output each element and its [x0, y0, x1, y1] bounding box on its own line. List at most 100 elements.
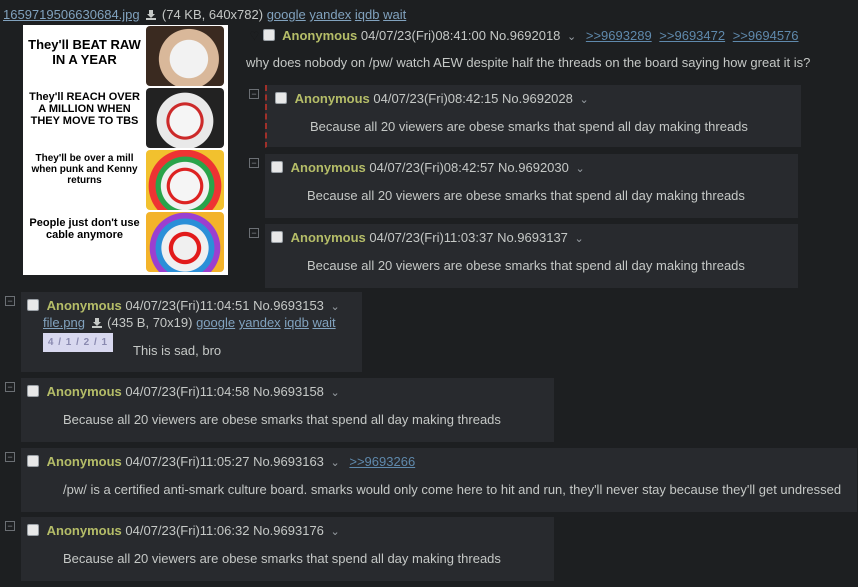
- chevron-down-icon[interactable]: ⌄: [331, 526, 340, 538]
- post-date: 04/07/23(Fri)11:05:27: [125, 454, 250, 469]
- reply-post: Anonymous 04/07/23(Fri)11:03:37 No.96931…: [265, 224, 799, 289]
- backlink[interactable]: >>9693472: [659, 28, 725, 43]
- checkbox[interactable]: [27, 455, 39, 467]
- google-link[interactable]: google: [196, 315, 235, 330]
- meme-panel-3: They'll be over a mill when punk and Ken…: [23, 149, 228, 211]
- post-header: Anonymous 04/07/23(Fri)08:42:15 No.96920…: [275, 91, 589, 106]
- minus-toggle-icon[interactable]: −: [249, 158, 259, 168]
- post-number[interactable]: No.9692018: [490, 28, 561, 43]
- backlink[interactable]: >>9693266: [349, 454, 415, 469]
- minus-toggle-icon[interactable]: −: [5, 521, 15, 531]
- meme-panel-text: They'll be over a mill when punk and Ken…: [31, 153, 138, 186]
- post-text: Because all 20 viewers are obese smarks …: [63, 551, 501, 566]
- chevron-down-icon[interactable]: ⌄: [575, 233, 584, 245]
- poster-name: Anonymous: [46, 523, 122, 538]
- post-date: 04/07/23(Fri)11:03:37: [369, 230, 494, 245]
- chevron-down-icon[interactable]: ⌄: [576, 163, 585, 175]
- heart-icon[interactable]: ♥: [250, 27, 259, 44]
- post-text: This is sad, bro: [133, 343, 222, 358]
- op-header: ♥ Anonymous 04/07/23(Fri)08:41:00 No.969…: [250, 27, 799, 44]
- op-iqdb-link[interactable]: iqdb: [355, 7, 380, 22]
- face-image: [146, 212, 224, 272]
- poster-name: Anonymous: [46, 298, 122, 313]
- minus-toggle-icon[interactable]: −: [5, 382, 15, 392]
- file-meta: (435 B, 70x19): [107, 315, 193, 330]
- op-text: why does nobody on /pw/ watch AEW despit…: [246, 55, 811, 70]
- poster-name: Anonymous: [294, 91, 370, 106]
- face-image: [146, 26, 224, 86]
- checkbox[interactable]: [262, 29, 275, 41]
- op-wait-link[interactable]: wait: [383, 7, 406, 22]
- post-thumbnail[interactable]: 4 / 1 / 2 / 1: [43, 333, 113, 352]
- minus-toggle-icon[interactable]: −: [249, 228, 259, 238]
- chevron-down-icon[interactable]: ⌄: [331, 301, 340, 313]
- reply-post: Anonymous 04/07/23(Fri)08:42:57 No.96920…: [265, 154, 799, 219]
- post-header: Anonymous 04/07/23(Fri)11:06:32 No.96931…: [27, 523, 340, 538]
- op-google-link[interactable]: google: [267, 7, 306, 22]
- meme-panel-2: They'll REACH OVER A MILLION WHEN THEY M…: [23, 87, 228, 149]
- post-number[interactable]: No.9693158: [253, 384, 324, 399]
- file-info: file.png (435 B, 70x19) google yandex iq…: [43, 315, 336, 330]
- op-image[interactable]: They'll BEAT RAW IN A YEAR They'll REACH…: [23, 25, 228, 275]
- post-text: Because all 20 viewers are obese smarks …: [63, 412, 501, 427]
- meme-panel-4: People just don't use cable anymore: [23, 211, 228, 273]
- backlink[interactable]: >>9693289: [586, 28, 652, 43]
- post-number[interactable]: No.9692028: [502, 91, 573, 106]
- checkbox[interactable]: [27, 524, 39, 536]
- wait-link[interactable]: wait: [313, 315, 336, 330]
- meme-panel-text: They'll REACH OVER A MILLION WHEN THEY M…: [29, 91, 140, 127]
- minus-toggle-icon[interactable]: −: [5, 452, 15, 462]
- face-image: [146, 150, 224, 210]
- post-text: Because all 20 viewers are obese smarks …: [307, 188, 745, 203]
- reply-post: Anonymous 04/07/23(Fri)08:42:15 No.96920…: [265, 85, 802, 148]
- minus-toggle-icon[interactable]: −: [5, 296, 15, 306]
- meme-panel-text: They'll BEAT RAW IN A YEAR: [28, 37, 141, 67]
- poster-name: Anonymous: [46, 454, 122, 469]
- download-icon[interactable]: [146, 10, 157, 20]
- reply-post: Anonymous 04/07/23(Fri)11:05:27 No.96931…: [21, 448, 858, 513]
- post-text: /pw/ is a certified anti-smark culture b…: [63, 482, 842, 497]
- post-number[interactable]: No.9693163: [253, 454, 324, 469]
- post-header: Anonymous 04/07/23(Fri)11:04:51 No.96931…: [27, 298, 340, 313]
- face-image: [146, 88, 224, 148]
- meme-panel-text: People just don't use cable anymore: [29, 217, 140, 241]
- post-date: 04/07/23(Fri)11:06:32: [125, 523, 250, 538]
- post-date: 04/07/23(Fri)11:04:51: [125, 298, 250, 313]
- post-number[interactable]: No.9693137: [497, 230, 568, 245]
- checkbox[interactable]: [271, 231, 283, 243]
- checkbox[interactable]: [275, 92, 287, 104]
- chevron-down-icon[interactable]: ⌄: [331, 457, 340, 469]
- post-text: Because all 20 viewers are obese smarks …: [310, 119, 748, 134]
- iqdb-link[interactable]: iqdb: [284, 315, 309, 330]
- post-number[interactable]: No.9693176: [253, 523, 324, 538]
- chevron-down-icon[interactable]: ⌄: [567, 31, 576, 43]
- minus-toggle-icon[interactable]: −: [249, 89, 259, 99]
- op-yandex-link[interactable]: yandex: [309, 7, 351, 22]
- yandex-link[interactable]: yandex: [239, 315, 281, 330]
- poster-name: Anonymous: [290, 230, 366, 245]
- post-text: Because all 20 viewers are obese smarks …: [307, 258, 745, 273]
- poster-name: Anonymous: [290, 160, 366, 175]
- post-header: Anonymous 04/07/23(Fri)11:03:37 No.96931…: [271, 230, 584, 245]
- post-header: Anonymous 04/07/23(Fri)11:05:27 No.96931…: [27, 454, 415, 469]
- post-date: 04/07/23(Fri)08:41:00: [360, 28, 486, 43]
- reply-post: Anonymous 04/07/23(Fri)11:04:58 No.96931…: [21, 378, 555, 443]
- meme-panel-1: They'll BEAT RAW IN A YEAR: [23, 25, 228, 87]
- reply-post: Anonymous 04/07/23(Fri)11:06:32 No.96931…: [21, 517, 555, 582]
- post-date: 04/07/23(Fri)08:42:15: [373, 91, 499, 106]
- checkbox[interactable]: [271, 161, 283, 173]
- checkbox[interactable]: [27, 299, 39, 311]
- backlink[interactable]: >>9694576: [733, 28, 799, 43]
- post-number[interactable]: No.9693153: [253, 298, 324, 313]
- file-link[interactable]: file.png: [43, 315, 85, 330]
- download-icon[interactable]: [91, 318, 102, 328]
- op-file-meta: (74 KB, 640x782): [161, 7, 264, 22]
- post-date: 04/07/23(Fri)11:04:58: [125, 384, 250, 399]
- post-number[interactable]: No.9692030: [498, 160, 569, 175]
- op-file-info: 1659719506630684.jpg (74 KB, 640x782) go…: [3, 7, 406, 22]
- chevron-down-icon[interactable]: ⌄: [331, 387, 340, 399]
- chevron-down-icon[interactable]: ⌄: [580, 94, 589, 106]
- op-file-link[interactable]: 1659719506630684.jpg: [3, 7, 140, 22]
- checkbox[interactable]: [27, 385, 39, 397]
- post-header: Anonymous 04/07/23(Fri)11:04:58 No.96931…: [27, 384, 340, 399]
